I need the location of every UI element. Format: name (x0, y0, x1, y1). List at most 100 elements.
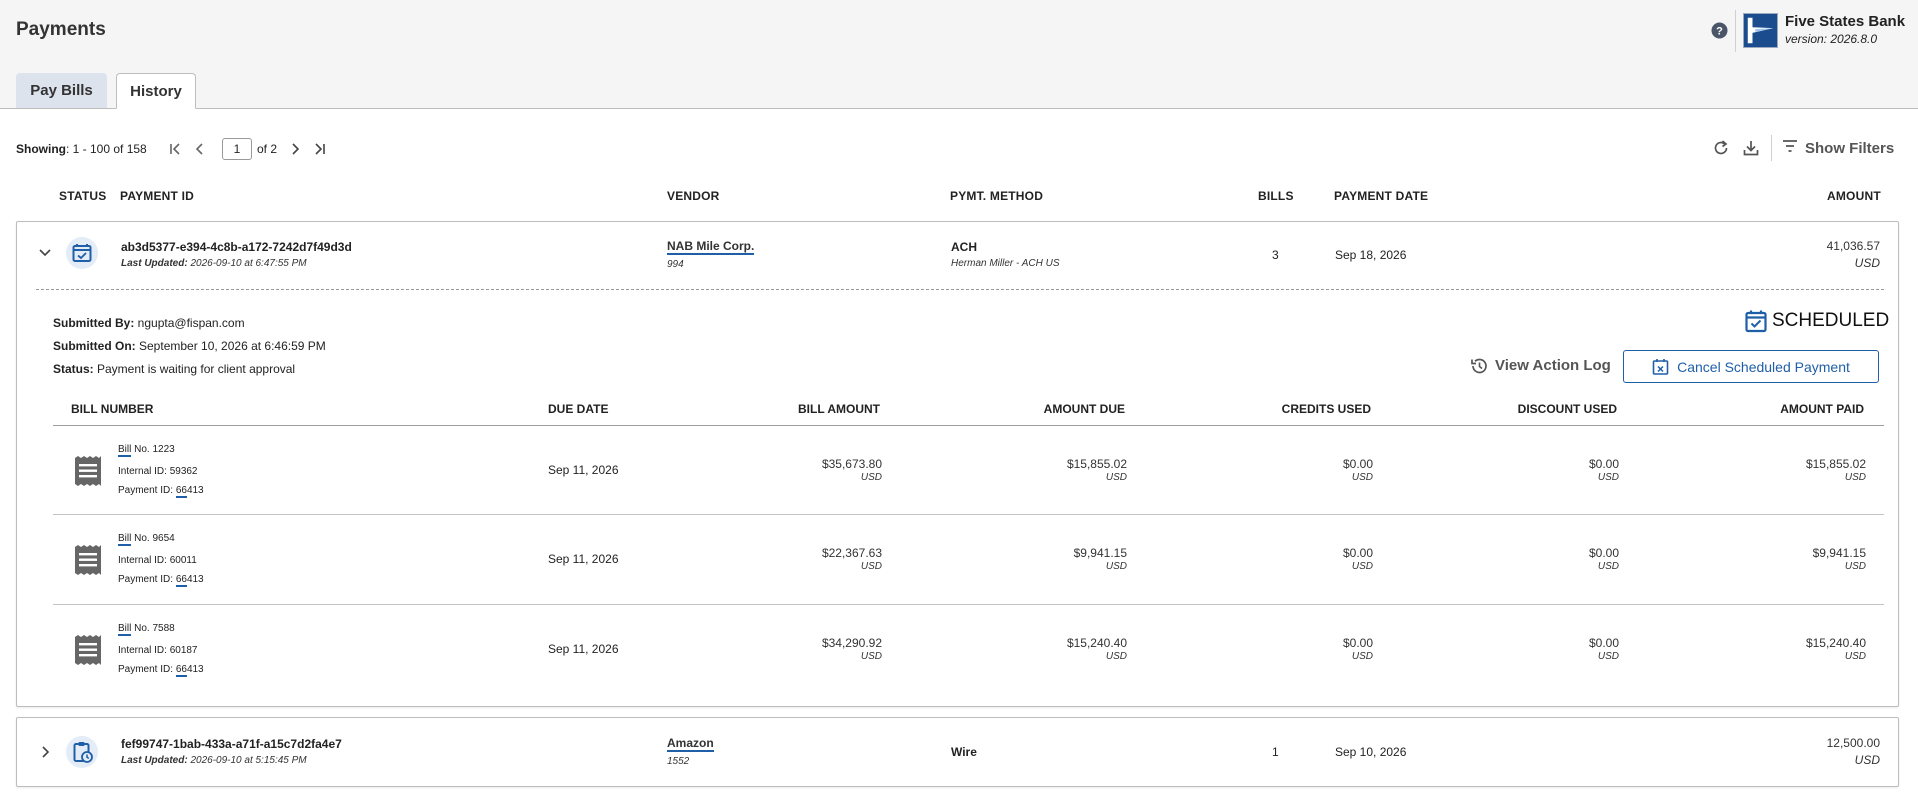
bill-link[interactable]: Bill (118, 623, 132, 636)
internal-id: Internal ID: 59362 (118, 466, 198, 477)
due-date: Sep 11, 2026 (548, 463, 619, 477)
download-icon[interactable] (1741, 138, 1761, 158)
bill-amount-currency: USD (860, 561, 882, 572)
payment-method: ACH (951, 240, 977, 254)
bill-payment-id-link[interactable]: 66 (175, 574, 187, 587)
pager-summary: Showing: 1 - 100 of 158 (16, 139, 147, 159)
last-page-icon[interactable] (312, 141, 328, 157)
last-updated-label: Last Updated: (121, 258, 188, 269)
payment-id[interactable]: fef99747-1bab-433a-a71f-a15c7d2fa4e7 (121, 737, 342, 751)
table-row: Bill No. 1223 Internal ID: 59362 Payment… (17, 426, 1900, 515)
credits-used-currency: USD (1351, 561, 1373, 572)
discount-used: $0.00 (1588, 546, 1619, 560)
internal-id: Internal ID: 60011 (118, 555, 197, 566)
bill-payment-id: Payment ID: 66413 (118, 664, 204, 677)
app-header: Payments ? Five States Bank version: 202… (0, 0, 1918, 109)
bill-amount-currency: USD (860, 651, 882, 662)
vendor-name[interactable]: NAB Mile Corp. (667, 239, 755, 255)
calendar-check-icon (1745, 310, 1767, 333)
chevron-right-icon[interactable] (37, 744, 53, 760)
bill-column-credits-used: CREDITS USED (1281, 402, 1371, 416)
next-page-icon[interactable] (287, 141, 303, 157)
last-updated-value: 2026-09-10 at 5:15:45 PM (187, 755, 307, 766)
page-count: of 2 (257, 142, 278, 156)
credits-used: $0.00 (1342, 457, 1373, 471)
bill-link[interactable]: Bill (118, 533, 132, 546)
amount-due: $9,941.15 (1073, 546, 1127, 560)
receipt-icon (75, 545, 101, 575)
bill-number-value: No. 9654 (131, 533, 175, 544)
payment-amount: 12,500.00 (1826, 736, 1880, 750)
column-header-bills[interactable]: BILLS (1258, 189, 1294, 203)
calendar-x-icon (1652, 359, 1669, 375)
submitted-by: Submitted By: ngupta@fispan.com (53, 316, 245, 330)
cancel-scheduled-payment-button[interactable]: Cancel Scheduled Payment (1623, 350, 1879, 383)
credits-used: $0.00 (1342, 636, 1373, 650)
status-value: Payment is waiting for client approval (93, 362, 296, 376)
vendor-name[interactable]: Amazon (667, 736, 714, 752)
discount-used-currency: USD (1597, 651, 1619, 662)
amount-paid: $15,240.40 (1805, 636, 1866, 650)
column-header-amount[interactable]: AMOUNT (1827, 189, 1881, 203)
bill-number[interactable]: Bill No. 7588 (118, 623, 175, 636)
toolbar-divider (1771, 135, 1772, 161)
tab-pay-bills[interactable]: Pay Bills (16, 73, 107, 108)
bills-count: 3 (1272, 248, 1279, 262)
bill-column-discount-used: DISCOUNT USED (1517, 402, 1617, 416)
column-header-vendor[interactable]: VENDOR (667, 189, 720, 203)
previous-page-icon[interactable] (192, 141, 208, 157)
status-label: Status: (53, 362, 94, 376)
column-header-payment-id[interactable]: PAYMENT ID (120, 189, 194, 203)
bill-column-amount-due: AMOUNT DUE (1043, 402, 1125, 416)
bill-number[interactable]: Bill No. 1223 (118, 444, 175, 457)
filter-icon[interactable] (1780, 136, 1800, 156)
discount-used-currency: USD (1597, 561, 1619, 572)
vendor-name-text[interactable]: Amazon (667, 736, 714, 752)
amount-due: $15,240.40 (1066, 636, 1127, 650)
bill-payment-id-label: Payment ID: (118, 485, 176, 496)
calendar-check-icon (66, 237, 98, 269)
bill-number[interactable]: Bill No. 9654 (118, 533, 175, 546)
receipt-icon (75, 635, 101, 665)
bill-number-value: No. 1223 (131, 444, 175, 455)
column-header-status[interactable]: STATUS (59, 189, 106, 203)
bill-amount: $35,673.80 (821, 457, 882, 471)
receipt-icon (75, 456, 101, 486)
clipboard-clock-icon (66, 736, 98, 768)
bill-amount-currency: USD (860, 472, 882, 483)
bill-link[interactable]: Bill (118, 444, 132, 457)
view-action-log-button[interactable]: View Action Log (1495, 357, 1611, 374)
tab-history[interactable]: History (116, 73, 196, 109)
showing-range: : 1 - 100 of 158 (66, 142, 147, 156)
payment-method: Wire (951, 745, 977, 759)
vendor-name-text[interactable]: NAB Mile Corp. (667, 239, 755, 255)
status-badge: SCHEDULED (1772, 310, 1890, 331)
column-header-method[interactable]: PYMT. METHOD (950, 189, 1043, 203)
first-page-icon[interactable] (167, 141, 183, 157)
payment-status: Status: Payment is waiting for client ap… (53, 362, 295, 376)
submitted-on-label: Submitted On: (53, 339, 136, 353)
payment-card[interactable]: fef99747-1bab-433a-a71f-a15c7d2fa4e7 Las… (16, 717, 1899, 787)
payment-currency: USD (1854, 753, 1880, 767)
bill-payment-id-link[interactable]: 66 (175, 664, 187, 677)
discount-used: $0.00 (1588, 636, 1619, 650)
show-filters-button[interactable]: Show Filters (1805, 140, 1894, 157)
chevron-down-icon[interactable] (37, 244, 53, 260)
bill-column-bill-number: BILL NUMBER (71, 402, 154, 416)
bill-payment-id-link[interactable]: 66 (175, 485, 187, 498)
cancel-scheduled-payment-label[interactable]: Cancel Scheduled Payment (1677, 359, 1850, 375)
page-number-input[interactable]: 1 (222, 138, 252, 160)
due-date: Sep 11, 2026 (548, 552, 619, 566)
page-title: Payments (16, 19, 106, 40)
credits-used-currency: USD (1351, 651, 1373, 662)
last-updated: Last Updated: 2026-09-10 at 6:47:55 PM (121, 258, 307, 269)
help-icon[interactable]: ? (1711, 22, 1728, 39)
payment-id[interactable]: ab3d5377-e394-4c8b-a172-7242d7f49d3d (121, 240, 352, 254)
column-header-payment-date[interactable]: PAYMENT DATE (1334, 189, 1428, 203)
bill-payment-id: Payment ID: 66413 (118, 485, 204, 498)
bill-column-due-date: DUE DATE (548, 402, 609, 416)
refresh-icon[interactable] (1711, 138, 1731, 158)
last-updated-label: Last Updated: (121, 755, 188, 766)
credits-used: $0.00 (1342, 546, 1373, 560)
bill-payment-id-label: Payment ID: (118, 574, 176, 585)
